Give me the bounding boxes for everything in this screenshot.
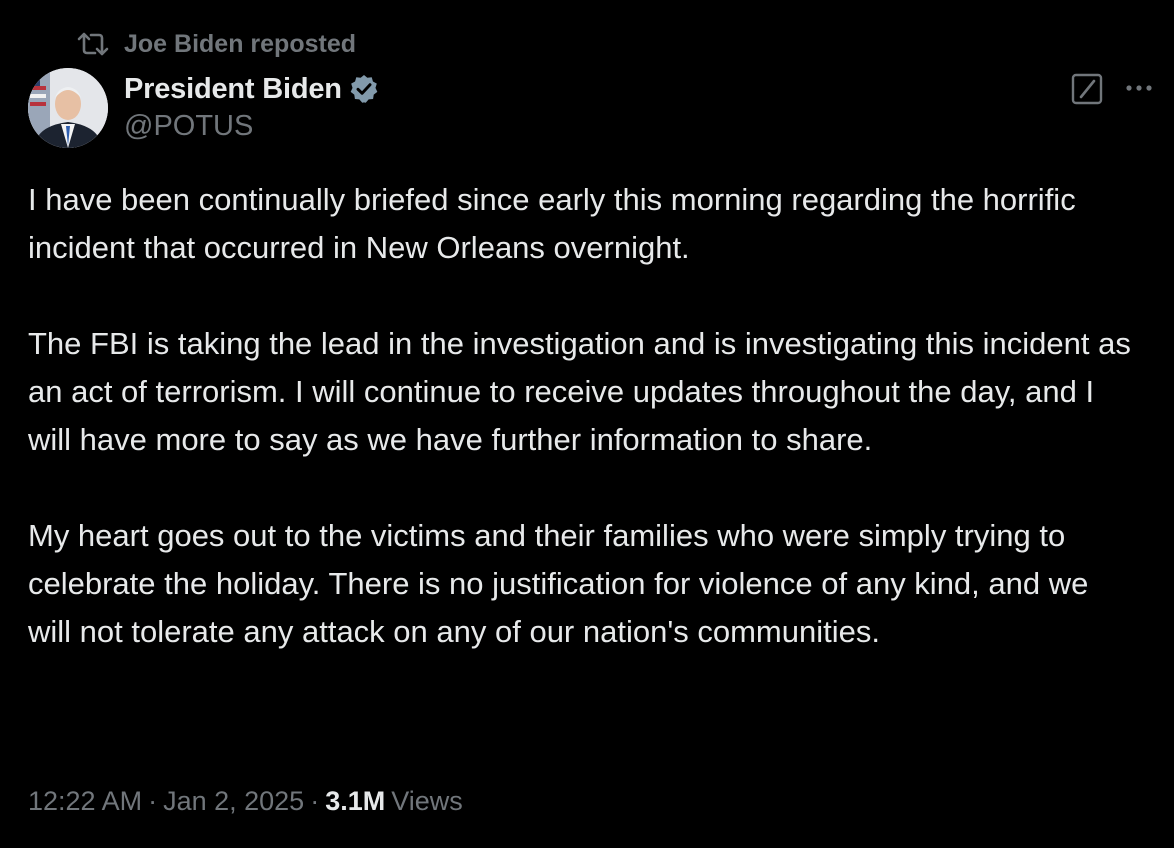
meta-separator: · <box>310 786 320 816</box>
author-block: President Biden @POTUS <box>124 70 380 143</box>
avatar-image <box>28 68 108 148</box>
grok-icon[interactable] <box>1070 72 1104 106</box>
author-name-row: President Biden <box>124 70 380 108</box>
verified-badge-icon[interactable] <box>348 73 380 105</box>
post-date[interactable]: Jan 2, 2025 <box>163 786 304 817</box>
author-handle[interactable]: @POTUS <box>124 110 380 143</box>
post-time[interactable]: 12:22 AM <box>28 786 142 817</box>
repost-icon <box>76 30 110 58</box>
repost-context[interactable]: Joe Biden reposted <box>76 28 356 60</box>
views-label: Views <box>391 786 463 816</box>
post-text: I have been continually briefed since ea… <box>28 176 1138 656</box>
more-options-icon[interactable] <box>1122 78 1156 98</box>
author-display-name[interactable]: President Biden <box>124 73 342 106</box>
post-paragraph: The FBI is taking the lead in the invest… <box>28 326 1131 457</box>
avatar[interactable] <box>28 68 108 148</box>
repost-context-label: Joe Biden reposted <box>124 29 356 58</box>
post-paragraph: I have been continually briefed since ea… <box>28 182 1076 265</box>
post-paragraph: My heart goes out to the victims and the… <box>28 518 1089 649</box>
meta-separator: · <box>148 786 158 816</box>
views-count[interactable]: 3.1M <box>325 786 385 817</box>
post-meta: 12:22 AM · Jan 2, 2025 · 3.1M Views <box>28 786 463 817</box>
